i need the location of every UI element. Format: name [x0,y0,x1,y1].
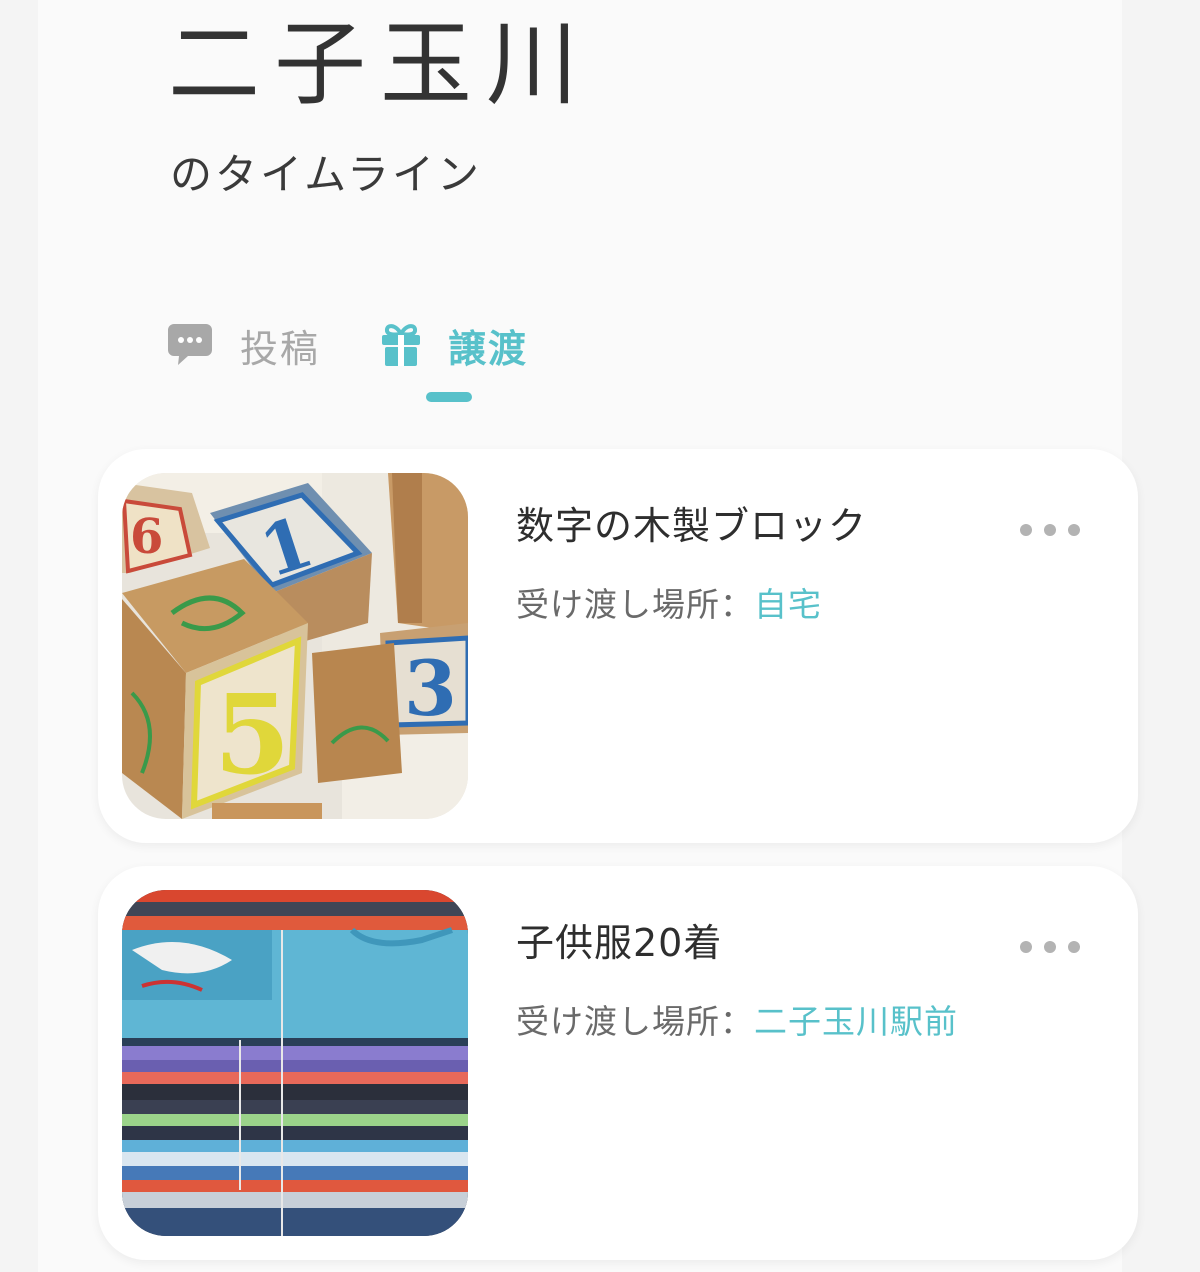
svg-text:5: 5 [214,670,291,799]
tab-posts-label: 投稿 [240,326,321,371]
more-options-button[interactable] [1020,515,1080,545]
item-title: 子供服20着 [516,921,723,965]
timeline-screen: 二子玉川 のタイムライン 投稿 譲渡 6 1 3 5 数字の木製ブロック 受け渡… [38,0,1138,1272]
wooden-blocks-photo: 6 1 3 5 [122,473,468,819]
more-dot-icon [1068,524,1080,536]
gift-icon [382,324,420,366]
handover-location-value[interactable]: 自宅 [754,585,822,624]
more-dot-icon [1044,941,1056,953]
more-dot-icon [1068,941,1080,953]
active-tab-indicator [426,392,472,402]
speech-bubble-icon [168,324,212,365]
item-handover-location: 受け渡し場所：自宅 [516,583,822,627]
item-handover-location: 受け渡し場所：二子玉川駅前 [516,1000,958,1044]
more-dot-icon [1044,524,1056,536]
item-photo: 6 1 3 5 [122,473,468,819]
gift-item-card[interactable]: 子供服20着 受け渡し場所：二子玉川駅前 [98,866,1138,1260]
more-dot-icon [1020,941,1032,953]
handover-location-value[interactable]: 二子玉川駅前 [754,1002,958,1041]
tab-gifts[interactable]: 譲渡 [380,315,528,375]
more-options-button[interactable] [1020,932,1080,962]
tab-gifts-label: 譲渡 [448,326,529,371]
timeline-subtitle: のタイムライン [170,150,483,199]
location-title: 二子玉川 [168,11,593,118]
handover-location-label: 受け渡し場所： [516,585,754,624]
handover-location-label: 受け渡し場所： [516,1002,754,1041]
more-dot-icon [1020,524,1032,536]
svg-text:3: 3 [404,644,457,733]
item-photo [122,890,468,1236]
svg-text:6: 6 [130,509,163,565]
tab-posts[interactable]: 投稿 [166,315,320,375]
timeline-tabs: 投稿 譲渡 [166,315,666,415]
folded-clothes-photo [122,890,468,1236]
item-title: 数字の木製ブロック [516,504,868,548]
gift-item-card[interactable]: 6 1 3 5 数字の木製ブロック 受け渡し場所：自宅 [98,449,1138,843]
